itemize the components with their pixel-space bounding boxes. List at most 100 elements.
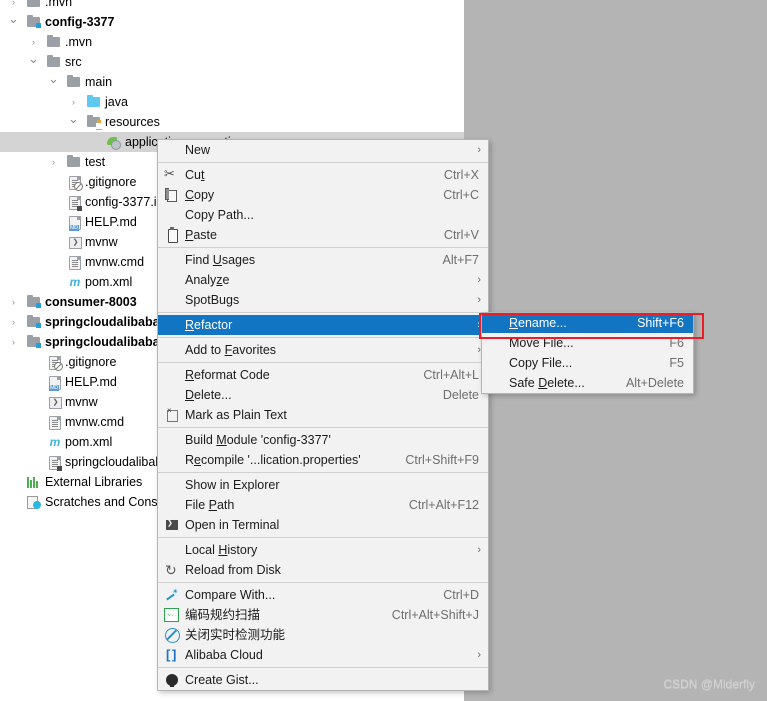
menu-separator bbox=[158, 337, 488, 338]
menu-item-build-module-config-3377[interactable]: Build Module 'config-3377' bbox=[158, 430, 488, 450]
menu-item-mark-as-plain-text[interactable]: Mark as Plain Text bbox=[158, 405, 488, 425]
maven-file-icon: m bbox=[49, 435, 61, 449]
chevron-right-icon[interactable]: › bbox=[28, 32, 39, 52]
menu-item-move-file[interactable]: Move File... F6 bbox=[482, 333, 693, 353]
menu-item-label: Build Module 'config-3377' bbox=[185, 433, 331, 447]
folder-icon bbox=[66, 72, 82, 92]
reload-icon bbox=[162, 560, 182, 580]
menu-item-show-in-explorer[interactable]: Show in Explorer bbox=[158, 475, 488, 495]
tree-row[interactable]: › .mvn bbox=[0, 0, 464, 12]
chevron-down-icon[interactable]: ⌄ bbox=[8, 12, 19, 32]
folder-icon bbox=[46, 32, 62, 52]
menu-item-copy[interactable]: Copy Ctrl+C bbox=[158, 185, 488, 205]
gitignore-file-icon bbox=[66, 172, 83, 192]
menu-item-label: File Path bbox=[185, 498, 235, 512]
menu-item-shortcut: Ctrl+Alt+Shift+J bbox=[391, 608, 479, 622]
menu-item-copy-path[interactable]: Copy Path... bbox=[158, 205, 488, 225]
file-context-menu[interactable]: New › Cut Ctrl+X Copy Ctrl+C Copy Path... Paste… bbox=[157, 139, 489, 691]
tree-row[interactable]: ⌄ main bbox=[0, 72, 464, 92]
tree-row-label: HELP.md bbox=[85, 215, 137, 229]
menu-item-编码规约扫描[interactable]: 编码规约扫描 Ctrl+Alt+Shift+J bbox=[158, 605, 488, 625]
menu-item-label: Paste bbox=[185, 228, 217, 242]
menu-item-safe-delete[interactable]: Safe Delete... Alt+Delete bbox=[482, 373, 693, 393]
menu-item-shortcut: Ctrl+D bbox=[443, 588, 479, 602]
menu-item-cut[interactable]: Cut Ctrl+X bbox=[158, 165, 488, 185]
chevron-right-icon[interactable]: › bbox=[68, 92, 79, 112]
menu-item-find-usages[interactable]: Find Usages Alt+F7 bbox=[158, 250, 488, 270]
menu-item-spotbugs[interactable]: SpotBugs › bbox=[158, 290, 488, 310]
tree-row[interactable]: ⌄ resources bbox=[0, 112, 464, 132]
menu-item-paste[interactable]: Paste Ctrl+V bbox=[158, 225, 488, 245]
menu-item-create-gist[interactable]: Create Gist... bbox=[158, 670, 488, 690]
menu-item-label: Move File... bbox=[509, 336, 574, 350]
paste-icon bbox=[162, 225, 182, 245]
menu-separator bbox=[158, 667, 488, 668]
chevron-down-icon[interactable]: ⌄ bbox=[28, 52, 39, 72]
tree-row-label: pom.xml bbox=[65, 435, 113, 449]
maven-file-icon: m bbox=[69, 275, 81, 289]
watermark: CSDN @Miderfly bbox=[663, 677, 755, 691]
tree-row-label: springcloudalibaba bbox=[65, 455, 170, 469]
chevron-right-icon: › bbox=[477, 144, 481, 156]
menu-item-refactor[interactable]: Refactor › bbox=[158, 315, 488, 335]
libraries-icon bbox=[26, 472, 42, 492]
source-folder-icon bbox=[86, 92, 102, 112]
markdown-file-icon: MD bbox=[66, 212, 82, 232]
chevron-down-icon[interactable]: ⌄ bbox=[48, 72, 59, 92]
tree-row-label: mvnw bbox=[65, 395, 98, 409]
menu-item-reformat-code[interactable]: Reformat Code Ctrl+Alt+L bbox=[158, 365, 488, 385]
text-file-icon bbox=[66, 252, 82, 272]
tree-row-label: src bbox=[65, 55, 82, 69]
refactor-submenu[interactable]: Rename... Shift+F6 Move File... F6 Copy File… bbox=[481, 312, 694, 394]
menu-item-recompile-lication-properties[interactable]: Recompile '...lication.properties' Ctrl+S… bbox=[158, 450, 488, 470]
executable-file-icon: ❯ bbox=[66, 232, 82, 252]
menu-separator bbox=[158, 312, 488, 313]
chevron-right-icon[interactable]: › bbox=[8, 312, 19, 332]
folder-icon bbox=[66, 152, 82, 172]
tree-row[interactable]: › java bbox=[0, 92, 464, 112]
menu-separator bbox=[158, 427, 488, 428]
menu-item-shortcut: F6 bbox=[669, 336, 684, 350]
iml-file-icon bbox=[66, 192, 82, 212]
menu-item-analyze[interactable]: Analyze › bbox=[158, 270, 488, 290]
menu-item-shortcut: Delete bbox=[442, 388, 479, 402]
folder-icon bbox=[26, 0, 42, 12]
menu-item-compare-with[interactable]: Compare With... Ctrl+D bbox=[158, 584, 488, 605]
menu-item-label: Reformat Code bbox=[185, 368, 270, 382]
menu-item-new[interactable]: New › bbox=[158, 140, 488, 160]
menu-item-label: Copy bbox=[185, 188, 215, 202]
menu-separator bbox=[158, 472, 488, 473]
menu-separator bbox=[158, 537, 488, 538]
chevron-right-icon: › bbox=[477, 544, 481, 556]
menu-item-add-to-favorites[interactable]: Add to Favorites › bbox=[158, 340, 488, 360]
chevron-right-icon[interactable]: › bbox=[8, 332, 19, 352]
menu-item-alibaba-cloud[interactable]: Alibaba Cloud › bbox=[158, 645, 488, 665]
tree-row[interactable]: › .mvn bbox=[0, 32, 464, 52]
chevron-right-icon[interactable]: › bbox=[48, 152, 59, 172]
menu-item-label: Local History bbox=[185, 543, 258, 557]
menu-item-label: Delete... bbox=[185, 388, 232, 402]
menu-item-label: Alibaba Cloud bbox=[185, 648, 263, 662]
menu-item-label: Create Gist... bbox=[185, 673, 259, 687]
executable-file-icon: ❯ bbox=[46, 392, 62, 412]
menu-item-local-history[interactable]: Local History › bbox=[158, 540, 488, 560]
menu-item-copy-file[interactable]: Copy File... F5 bbox=[482, 353, 693, 373]
menu-item-关闭实时检测功能[interactable]: 关闭实时检测功能 bbox=[158, 625, 488, 645]
menu-item-shortcut: F5 bbox=[669, 356, 684, 370]
menu-item-reload-from-disk[interactable]: Reload from Disk bbox=[158, 560, 488, 580]
tree-row[interactable]: ⌄ config-3377 bbox=[0, 12, 464, 32]
menu-item-rename[interactable]: Rename... Shift+F6 bbox=[482, 313, 693, 333]
menu-item-open-in-terminal[interactable]: Open in Terminal bbox=[158, 515, 488, 535]
chevron-down-icon[interactable]: ⌄ bbox=[68, 112, 79, 132]
chevron-right-icon[interactable]: › bbox=[8, 292, 19, 312]
menu-item-delete[interactable]: Delete... Delete bbox=[158, 385, 488, 405]
tree-row-label: HELP.md bbox=[65, 375, 117, 389]
menu-item-shortcut: Alt+F7 bbox=[442, 253, 479, 267]
menu-item-label: Safe Delete... bbox=[509, 376, 585, 390]
menu-item-label: Open in Terminal bbox=[185, 518, 280, 532]
menu-separator bbox=[158, 162, 488, 163]
chevron-right-icon: › bbox=[477, 649, 481, 661]
menu-item-file-path[interactable]: File Path Ctrl+Alt+F12 bbox=[158, 495, 488, 515]
tree-row[interactable]: ⌄ src bbox=[0, 52, 464, 72]
gitignore-file-icon bbox=[46, 352, 63, 372]
